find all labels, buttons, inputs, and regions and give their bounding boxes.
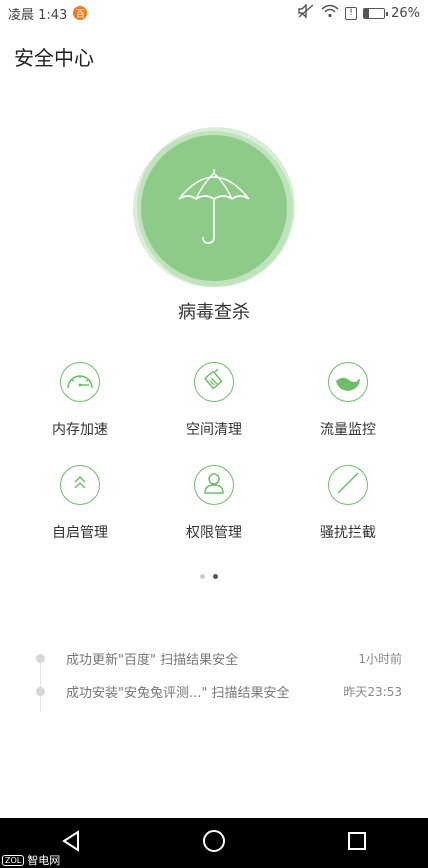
app-notification-icon: 百: [73, 6, 88, 20]
log-time: 1小时前: [358, 652, 402, 666]
log-item[interactable]: 成功安装"安兔兔评测..." 扫描结果安全 昨天23:53: [32, 682, 402, 701]
page-dot-1[interactable]: [200, 574, 205, 579]
block-icon: [333, 468, 363, 502]
status-bar: 凌晨 1:43 百 ! 26%: [0, 0, 428, 26]
page-dot-2[interactable]: [213, 574, 218, 579]
tool-icon-ring: [194, 362, 234, 402]
tool-icon-ring: [328, 362, 368, 402]
log-time: 昨天23:53: [343, 685, 402, 699]
mute-icon: [297, 3, 315, 23]
status-time: 凌晨 1:43: [8, 7, 68, 23]
wifi-icon: [321, 4, 339, 22]
tool-icon-ring: [328, 465, 368, 505]
battery-percent: 26%: [391, 5, 420, 21]
log-message: 成功更新"百度" 扫描结果安全: [66, 653, 239, 668]
home-circle-icon: [202, 829, 226, 857]
alert-icon: !: [345, 6, 358, 20]
recents-button[interactable]: [332, 823, 382, 863]
tool-label: 自启管理: [52, 525, 108, 541]
page-indicator: [200, 574, 218, 579]
tool-permission-manage[interactable]: 权限管理: [159, 465, 269, 555]
tool-autostart-manage[interactable]: 自启管理: [25, 465, 135, 555]
log-bullet: [36, 654, 45, 663]
tool-label: 内存加速: [52, 422, 108, 438]
virus-scan-label: 病毒查杀: [178, 302, 250, 323]
tool-label: 流量监控: [320, 422, 376, 438]
tool-icon-ring: [60, 465, 100, 505]
recents-square-icon: [346, 830, 368, 856]
hero-circle: [141, 135, 287, 281]
battery-icon: [363, 7, 389, 19]
log-item[interactable]: 成功更新"百度" 扫描结果安全 1小时前: [32, 649, 402, 668]
double-chevron-up-icon: [71, 474, 89, 496]
back-triangle-icon: [60, 829, 82, 857]
data-wave-icon: [333, 365, 363, 399]
tool-label: 骚扰拦截: [320, 525, 376, 541]
speedometer-icon: [65, 369, 95, 395]
watermark: ZOL 智电网: [2, 852, 60, 868]
tool-space-clean[interactable]: 空间清理: [159, 362, 269, 452]
status-icons: ! 26%: [297, 3, 420, 23]
tool-label: 空间清理: [186, 422, 242, 438]
tool-label: 权限管理: [186, 525, 242, 541]
navigation-bar: [0, 818, 428, 868]
tool-data-monitor[interactable]: 流量监控: [293, 362, 403, 452]
watermark-text: 智电网: [27, 854, 61, 867]
log-bullet: [36, 687, 45, 696]
tool-memory-boost[interactable]: 内存加速: [25, 362, 135, 452]
log-message: 成功安装"安兔兔评测..." 扫描结果安全: [66, 686, 290, 701]
virus-scan-button[interactable]: [133, 127, 295, 289]
tool-harassment-block[interactable]: 骚扰拦截: [293, 465, 403, 555]
user-icon: [201, 470, 227, 500]
tool-icon-ring: [194, 465, 234, 505]
home-button[interactable]: [189, 823, 239, 863]
watermark-logo: ZOL: [2, 854, 25, 866]
umbrella-icon: [169, 161, 259, 255]
tool-icon-ring: [60, 362, 100, 402]
page-title: 安全中心: [14, 46, 94, 70]
broom-icon: [202, 368, 226, 396]
